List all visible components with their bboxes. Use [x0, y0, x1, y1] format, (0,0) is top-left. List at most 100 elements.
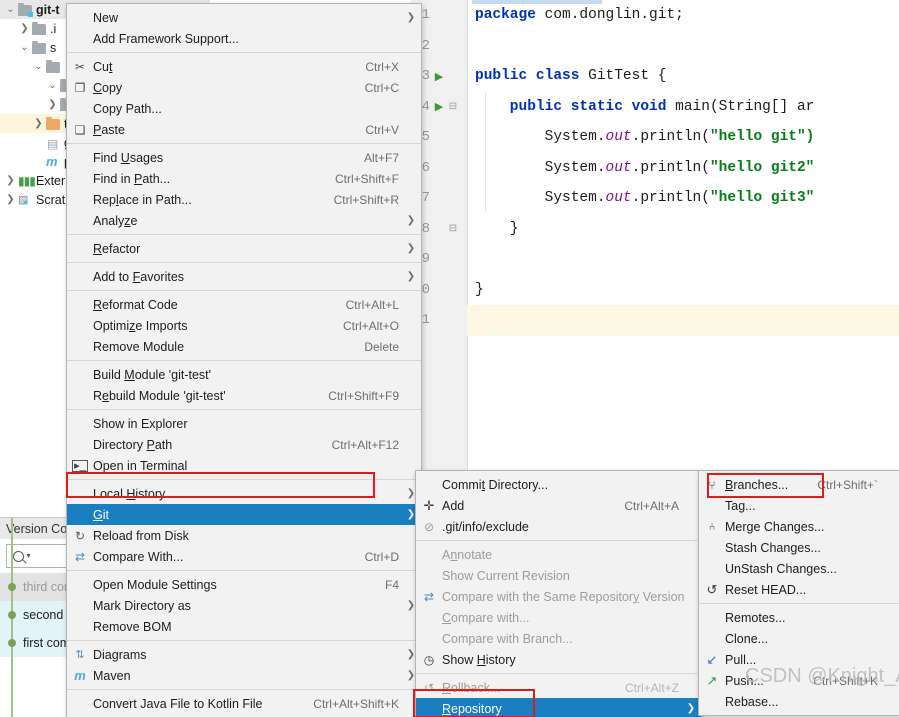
merge-icon: ⑃: [708, 520, 716, 533]
chevron-down-icon[interactable]: ⌄: [4, 4, 17, 15]
menu-item-shortcut: Ctrl+Alt+F12: [331, 437, 399, 452]
git-item-git-info-exclude[interactable]: ⊘ .git/info/exclude: [416, 516, 701, 537]
code-token: main(String[] ar: [675, 98, 815, 115]
git-submenu[interactable]: Commit Directory... ✛ Add Ctrl+Alt+A ⊘ .git/i…: [415, 470, 702, 717]
repository-submenu[interactable]: ⑂ Branches... Ctrl+Shift+` Tag... ⑃ Merge Cha…: [698, 470, 899, 716]
chevron-down-icon[interactable]: ⌄: [46, 80, 59, 91]
repo-item-tag[interactable]: Tag...: [699, 495, 899, 516]
git-item-repository[interactable]: Repository ❯: [416, 698, 701, 717]
repo-item-pull[interactable]: ↙ Pull...: [699, 649, 899, 670]
run-gutter-icon[interactable]: ▶: [432, 100, 446, 113]
menu-item-show-in-explorer[interactable]: Show in Explorer: [67, 413, 421, 434]
menu-item-rebuild-module-git-test[interactable]: Rebuild Module 'git-test' Ctrl+Shift+F9: [67, 385, 421, 406]
git-item-rollback: ↺ Rollback... Ctrl+Alt+Z: [416, 677, 701, 698]
code-line[interactable]: public static void main(String[] ar: [467, 92, 899, 123]
repo-item-remotes[interactable]: Remotes...: [699, 607, 899, 628]
commit-message: first com: [23, 636, 71, 650]
menu-item-find-usages[interactable]: Find Usages Alt+F7: [67, 147, 421, 168]
menu-item-replace-in-path[interactable]: Replace in Path... Ctrl+Shift+R: [67, 189, 421, 210]
menu-item-local-history[interactable]: Local History ❯: [67, 483, 421, 504]
menu-item-copy-path[interactable]: Copy Path...: [67, 98, 421, 119]
menu-item-compare-with[interactable]: ⇄ Compare With... Ctrl+D: [67, 546, 421, 567]
repo-item-reset-head[interactable]: ↺ Reset HEAD...: [699, 579, 899, 600]
repo-item-branches[interactable]: ⑂ Branches... Ctrl+Shift+`: [699, 474, 899, 495]
menu-item-remove-bom[interactable]: Remove BOM: [67, 616, 421, 637]
code-line[interactable]: }: [467, 275, 899, 306]
menu-item-find-in-path[interactable]: Find in Path... Ctrl+Shift+F: [67, 168, 421, 189]
menu-item-label: Show History: [442, 652, 516, 667]
menu-item-add-to-favorites[interactable]: Add to Favorites ❯: [67, 266, 421, 287]
chevron-down-icon[interactable]: ⌄: [18, 42, 31, 53]
code-line[interactable]: public class GitTest {: [467, 61, 899, 92]
menu-item-label: Git: [93, 507, 109, 522]
code-line[interactable]: [467, 31, 899, 62]
run-gutter-icon[interactable]: ▶: [432, 70, 446, 83]
code-line[interactable]: [467, 244, 899, 275]
menu-item-diagrams[interactable]: ⇅ Diagrams ❯: [67, 644, 421, 665]
project-context-menu[interactable]: New ❯ Add Framework Support... ✂ Cut Ctrl+X ❐ C…: [66, 3, 422, 717]
code-token: "hello git3": [709, 190, 815, 207]
menu-item-mark-directory-as[interactable]: Mark Directory as ❯: [67, 595, 421, 616]
code-line[interactable]: }: [467, 214, 899, 245]
menu-item-label: Commit Directory...: [442, 477, 549, 492]
chevron-right-icon: ❯: [686, 703, 696, 714]
copy-icon: ❐: [74, 80, 86, 95]
menu-item-git[interactable]: Git ❯: [67, 504, 421, 525]
menu-item-shortcut: Ctrl+D: [364, 549, 399, 564]
fold-toggle-icon[interactable]: ⊟: [446, 101, 460, 112]
menu-item-refactor[interactable]: Refactor ❯: [67, 238, 421, 259]
menu-item-convert-java-file-to-kotlin-file[interactable]: Convert Java File to Kotlin File Ctrl+Alt…: [67, 693, 421, 714]
chevron-right-icon[interactable]: ❯: [4, 194, 17, 205]
menu-item-add-framework-support[interactable]: Add Framework Support...: [67, 28, 421, 49]
tree-label: git-t: [36, 2, 60, 17]
menu-item-label: Compare with the Same Repository Version: [442, 589, 685, 604]
menu-item-open-in-terminal[interactable]: ▸_ Open in Terminal: [67, 455, 421, 476]
menu-item-maven[interactable]: m Maven ❯: [67, 665, 421, 686]
menu-item-open-module-settings[interactable]: Open Module Settings F4: [67, 574, 421, 595]
menu-item-remove-module[interactable]: Remove Module Delete: [67, 336, 421, 357]
code-token: .println(: [631, 129, 710, 146]
repo-item-unstash-changes[interactable]: UnStash Changes...: [699, 558, 899, 579]
menu-item-new[interactable]: New ❯: [67, 7, 421, 28]
code-line[interactable]: System. out .println("hello git"): [467, 122, 899, 153]
chevron-down-icon[interactable]: ⌄: [32, 61, 45, 72]
clock-icon-slot: ◷: [416, 653, 442, 667]
menu-item-cut[interactable]: ✂ Cut Ctrl+X: [67, 56, 421, 77]
code-line[interactable]: System. out .println("hello git3": [467, 183, 899, 214]
repo-item-merge-changes[interactable]: ⑃ Merge Changes...: [699, 516, 899, 537]
chevron-right-icon[interactable]: ❯: [4, 175, 17, 186]
code-line[interactable]: System. out .println("hello git2": [467, 153, 899, 184]
menu-item-label: New: [93, 10, 119, 25]
menu-item-analyze[interactable]: Analyze ❯: [67, 210, 421, 231]
repo-item-stash-changes[interactable]: Stash Changes...: [699, 537, 899, 558]
repo-item-push[interactable]: ↗ Push... Ctrl+Shift+K: [699, 670, 899, 691]
menu-item-build-module-git-test[interactable]: Build Module 'git-test': [67, 364, 421, 385]
chevron-right-icon[interactable]: ❯: [18, 23, 31, 34]
repo-item-rebase[interactable]: Rebase...: [699, 691, 899, 712]
menu-item-reformat-code[interactable]: Reformat Code Ctrl+Alt+L: [67, 294, 421, 315]
menu-item-optimize-imports[interactable]: Optimize Imports Ctrl+Alt+O: [67, 315, 421, 336]
code-line[interactable]: package com.donglin.git;: [467, 0, 899, 31]
editor-tab-underline: [472, 0, 602, 4]
chevron-right-icon[interactable]: ❯: [46, 99, 59, 110]
git-item-add[interactable]: ✛ Add Ctrl+Alt+A: [416, 495, 701, 516]
menu-item-copy[interactable]: ❐ Copy Ctrl+C: [67, 77, 421, 98]
fold-toggle-icon[interactable]: ⊟: [446, 223, 460, 234]
repo-item-clone[interactable]: Clone...: [699, 628, 899, 649]
menu-item-directory-path[interactable]: Directory Path Ctrl+Alt+F12: [67, 434, 421, 455]
menu-item-label: Show Current Revision: [442, 568, 570, 583]
chevron-right-icon[interactable]: ❯: [32, 118, 45, 129]
menu-item-label: Rebuild Module 'git-test': [93, 388, 226, 403]
menu-separator: [67, 689, 421, 690]
menu-item-paste[interactable]: ❑ Paste Ctrl+V: [67, 119, 421, 140]
chevron-right-icon: ❯: [406, 271, 416, 282]
git-item-commit-directory[interactable]: Commit Directory...: [416, 474, 701, 495]
menu-item-shortcut: Ctrl+Alt+A: [624, 498, 679, 513]
menu-item-reload-from-disk[interactable]: ↻ Reload from Disk: [67, 525, 421, 546]
git-item-show-history[interactable]: ◷ Show History: [416, 649, 701, 670]
code-token: com.donglin.git;: [544, 7, 684, 24]
code-line[interactable]: [467, 305, 899, 336]
code-token: GitTest {: [588, 68, 667, 85]
menu-item-shortcut: F4: [384, 577, 399, 592]
chevron-right-icon: ❯: [406, 12, 416, 23]
